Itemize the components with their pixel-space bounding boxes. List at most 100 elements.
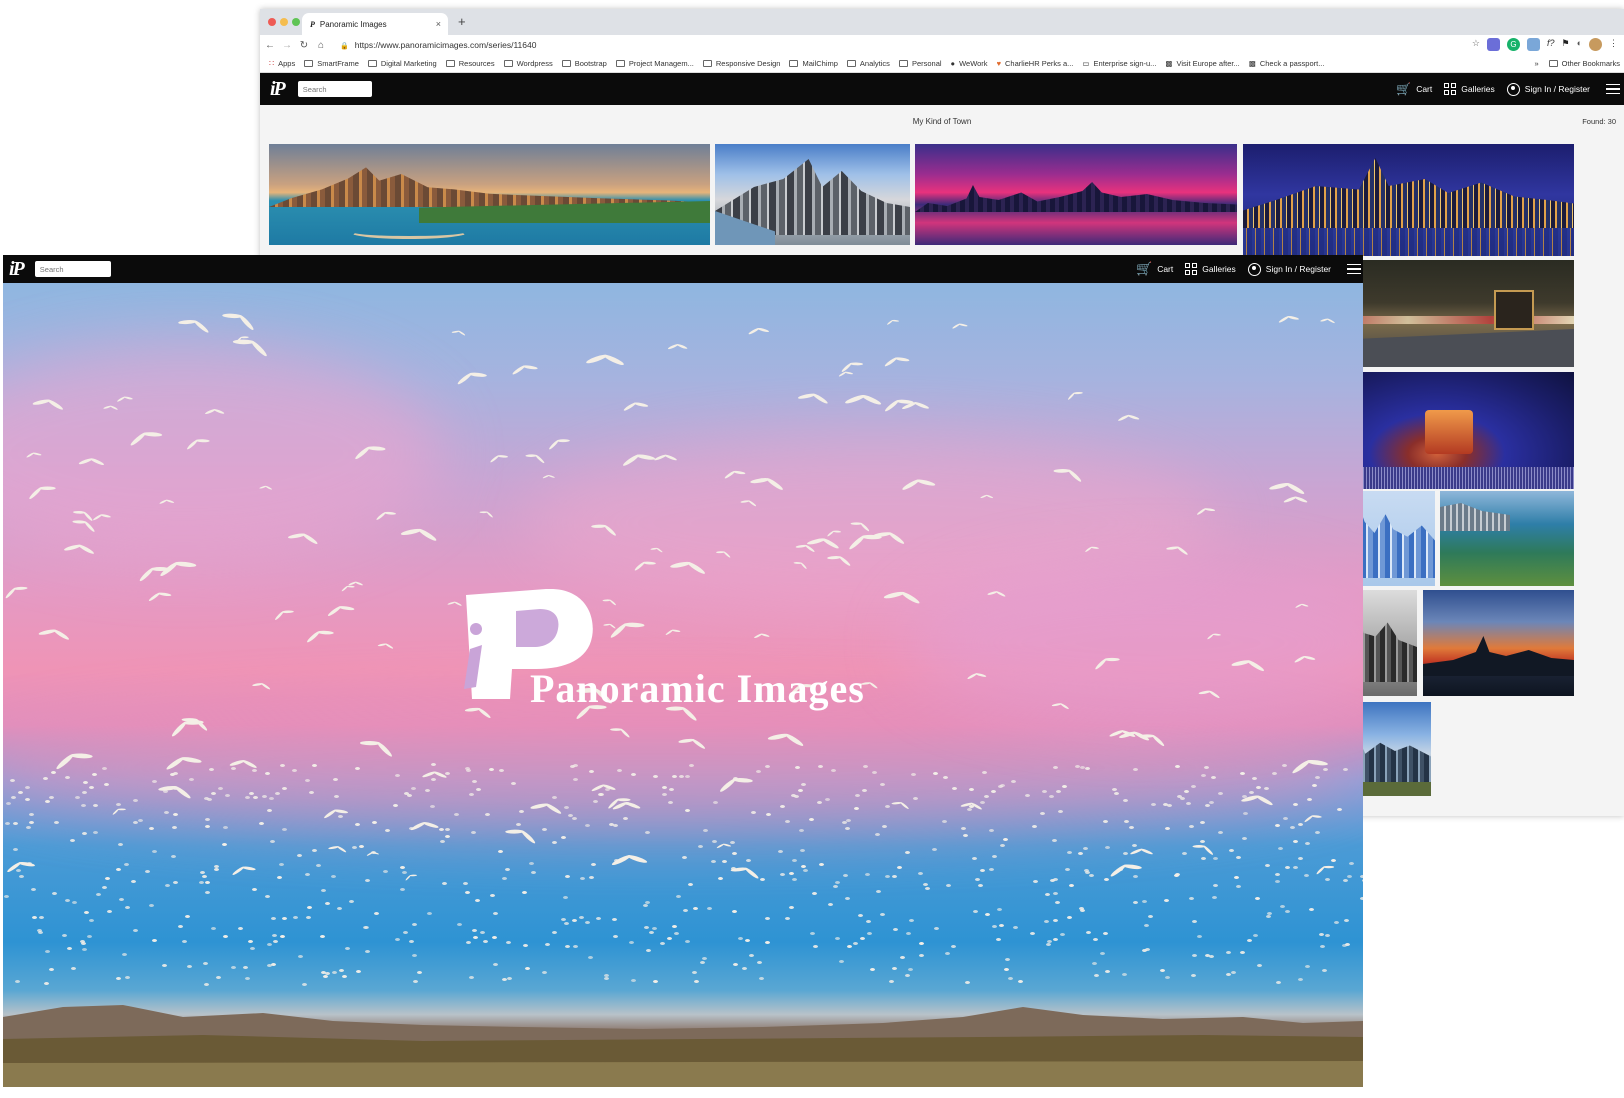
bird	[991, 924, 997, 928]
new-tab-button[interactable]: +	[458, 14, 466, 29]
gallery-thumbnail[interactable]	[715, 144, 910, 245]
bird	[790, 793, 796, 797]
bird	[717, 876, 723, 880]
bird	[1199, 820, 1205, 824]
bookmark-passport[interactable]: ▩ Check a passport...	[1249, 59, 1325, 68]
bookmark-folder[interactable]: SmartFrame	[304, 59, 359, 68]
bookmark-folder[interactable]: Resources	[445, 59, 495, 68]
bird	[26, 826, 32, 830]
menu-dots-icon[interactable]: ⋮	[1609, 38, 1618, 51]
gallery-thumbnail[interactable]	[1440, 491, 1574, 586]
reload-icon[interactable]: ↻	[297, 40, 311, 51]
bookmark-folder[interactable]: Digital Marketing	[367, 59, 437, 68]
close-window-button[interactable]	[268, 18, 276, 26]
bird	[6, 802, 12, 806]
back-icon[interactable]: ←	[263, 40, 277, 51]
extension-icon[interactable]	[1526, 38, 1540, 51]
bookmark-wework[interactable]: ● WeWork	[951, 59, 988, 68]
cart-link[interactable]: 🛒 Cart	[1396, 82, 1432, 96]
hamburger-menu-icon[interactable]	[1606, 83, 1620, 95]
close-tab-icon[interactable]: ×	[436, 19, 441, 29]
gallery-thumbnail[interactable]	[915, 144, 1237, 245]
extension-icon[interactable]	[1486, 38, 1500, 51]
bird	[1103, 820, 1109, 824]
site-nav: 🛒 Cart Galleries Sign In / Register	[1136, 255, 1363, 283]
bird	[151, 779, 157, 783]
bird	[691, 970, 697, 974]
site-logo[interactable]: iP	[9, 258, 25, 281]
bird	[12, 821, 18, 825]
bookmark-folder[interactable]: Wordpress	[503, 59, 553, 68]
bird	[1226, 951, 1232, 955]
gallery-thumbnail[interactable]	[269, 144, 710, 245]
bird	[1159, 968, 1165, 972]
other-bookmarks[interactable]: Other Bookmarks	[1548, 59, 1620, 68]
bird	[845, 896, 851, 900]
flag-icon[interactable]: ⚑	[1561, 38, 1569, 51]
home-icon[interactable]: ⌂	[314, 40, 328, 51]
search-input[interactable]	[34, 261, 111, 277]
bird	[1117, 413, 1140, 422]
forward-icon[interactable]: →	[280, 40, 294, 51]
signin-link[interactable]: Sign In / Register	[1247, 262, 1331, 276]
bookmark-enterprise[interactable]: ▭ Enterprise sign-u...	[1082, 59, 1156, 68]
bird	[1343, 767, 1349, 771]
signin-link[interactable]: Sign In / Register	[1506, 82, 1590, 96]
bookmark-folder[interactable]: Responsive Design	[702, 59, 780, 68]
bird	[1004, 958, 1010, 962]
user-icon	[1247, 262, 1261, 276]
bird	[1105, 969, 1111, 973]
hamburger-menu-icon[interactable]	[1347, 263, 1361, 275]
bookmark-charliehr[interactable]: ♥ CharlieHR Perks a...	[997, 59, 1074, 68]
bookmark-visit-europe[interactable]: ▩ Visit Europe after...	[1165, 59, 1239, 68]
bird	[564, 921, 570, 925]
maximize-window-button[interactable]	[292, 18, 300, 26]
bird	[306, 915, 312, 919]
browser-tab[interactable]: P Panoramic Images ×	[302, 13, 448, 35]
bookmark-label: Apps	[278, 59, 296, 68]
bird	[17, 790, 23, 794]
galleries-link[interactable]: Galleries	[1185, 263, 1236, 275]
bird	[337, 906, 343, 910]
bird	[148, 904, 154, 908]
bird	[88, 919, 94, 923]
bird	[480, 930, 486, 934]
bird	[844, 392, 883, 407]
bookmark-apps[interactable]: ∷ Apps	[269, 59, 295, 68]
bird	[395, 938, 401, 942]
bird	[1104, 878, 1110, 882]
bookmark-label: Wordpress	[516, 59, 553, 68]
folder-icon	[561, 60, 571, 67]
bird	[1346, 875, 1352, 879]
bird	[182, 940, 188, 944]
bird	[883, 353, 912, 368]
address-bar[interactable]: 🔒 https://www.panoramicimages.com/series/…	[340, 40, 536, 50]
cart-link[interactable]: 🛒 Cart	[1136, 261, 1173, 277]
bookmark-folder[interactable]: Bootstrap	[561, 59, 607, 68]
profile-avatar[interactable]	[1589, 38, 1602, 51]
font-icon[interactable]: f?	[1547, 38, 1555, 51]
bird	[999, 844, 1005, 848]
bookmark-folder[interactable]: MailChimp	[789, 59, 838, 68]
bookmarks-overflow-icon[interactable]: »	[1534, 59, 1538, 68]
bird	[646, 949, 652, 953]
camera-icon[interactable]: ◐	[1577, 38, 1582, 51]
gallery-thumbnail[interactable]	[1423, 590, 1574, 696]
site-logo[interactable]: iP	[270, 78, 286, 101]
bird	[311, 848, 317, 852]
bird	[61, 934, 67, 938]
star-icon[interactable]: ☆	[1472, 38, 1480, 51]
bird	[130, 879, 136, 883]
bird	[1305, 842, 1311, 846]
gallery-thumbnail[interactable]	[1243, 144, 1574, 256]
bird	[66, 946, 72, 950]
grammarly-icon[interactable]: G	[1506, 38, 1520, 51]
search-input[interactable]	[297, 81, 372, 97]
minimize-window-button[interactable]	[280, 18, 288, 26]
bookmark-folder[interactable]: Analytics	[846, 59, 890, 68]
bookmark-folder[interactable]: Personal	[898, 59, 942, 68]
bookmark-folder[interactable]: Project Managem...	[615, 59, 694, 68]
galleries-link[interactable]: Galleries	[1444, 83, 1495, 95]
bird	[879, 782, 885, 786]
bird	[409, 940, 415, 944]
